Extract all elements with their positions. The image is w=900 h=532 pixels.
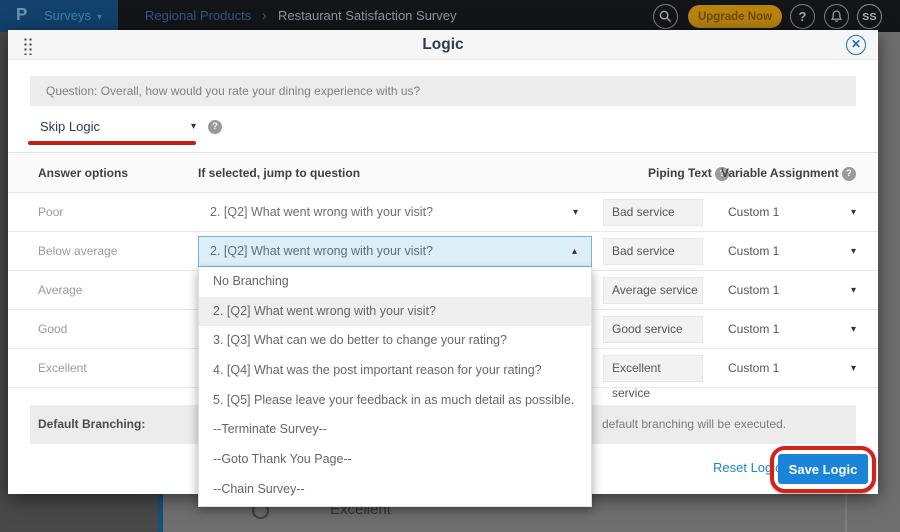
user-avatar[interactable]: SS [857,4,882,29]
help-button[interactable]: ? [790,4,815,29]
logic-type-help-icon[interactable]: ? [208,120,222,134]
answer-option-label: Poor [38,193,63,232]
piping-text-input[interactable]: Good service [603,316,703,343]
variable-assignment-dropdown[interactable]: Custom 1▾ [728,193,856,232]
column-header-variable-assignment: Variable Assignment ? [721,153,856,194]
column-header-jump-to-question: If selected, jump to question [198,153,360,194]
variable-assignment-dropdown[interactable]: Custom 1▾ [728,232,856,271]
modal-title: Logic [8,30,878,60]
piping-text-input[interactable]: Average service [603,277,703,304]
jump-question-options-panel: No Branching 2. [Q2] What went wrong wit… [198,267,592,507]
piping-text-input[interactable]: Excellent service [603,355,703,382]
breadcrumb-current-title: Restaurant Satisfaction Survey [278,0,456,32]
piping-text-input[interactable]: Bad service [603,238,703,265]
logic-type-value: Skip Logic [40,119,100,134]
variable-assignment-help-icon[interactable]: ? [842,167,856,181]
chevron-down-icon: ▾ [851,349,856,388]
question-mark-icon: ? [799,9,807,24]
save-logic-button[interactable]: Save Logic [778,454,868,484]
bell-icon [830,10,843,23]
red-annotation-underline [28,141,196,145]
logic-modal: Logic ✕ Question: Overall, how would you… [8,30,878,494]
search-icon [659,10,672,23]
dropdown-option-no-branching[interactable]: No Branching [199,267,591,297]
surveys-menu[interactable]: Surveys▾ [44,0,102,32]
modal-header: Logic ✕ [8,30,878,60]
brand-block[interactable]: P Surveys▾ [0,0,118,32]
dropdown-option-q4[interactable]: 4. [Q4] What was the post important reas… [199,356,591,386]
column-header-piping-text: Piping Text ? [648,153,729,194]
variable-assignment-dropdown[interactable]: Custom 1▾ [728,310,856,349]
jump-question-dropdown[interactable]: 2. [Q2] What went wrong with your visit?… [198,193,592,232]
variable-assignment-dropdown[interactable]: Custom 1▾ [728,271,856,310]
jump-question-dropdown-open[interactable]: 2. [Q2] What went wrong with your visit?… [198,236,592,267]
dropdown-option-q5[interactable]: 5. [Q5] Please leave your feedback in as… [199,386,591,416]
piping-text-input[interactable]: Bad service [603,199,703,226]
chevron-down-icon: ▾ [851,271,856,310]
upgrade-now-button[interactable]: Upgrade Now [688,5,782,28]
chevron-down-icon: ▾ [851,232,856,271]
dropdown-option-q3[interactable]: 3. [Q3] What can we do better to change … [199,326,591,356]
default-branching-note: default branching will be executed. [602,405,786,444]
answer-option-label: Average [38,271,82,310]
logic-table-header: Answer options If selected, jump to ques… [8,152,878,193]
table-row-poor: Poor 2. [Q2] What went wrong with your v… [8,193,878,232]
chevron-up-icon: ▴ [572,237,577,266]
column-header-answer-options: Answer options [38,153,128,194]
dropdown-option-goto-thank-you[interactable]: --Goto Thank You Page-- [199,445,591,475]
close-icon[interactable]: ✕ [846,35,866,55]
variable-assignment-dropdown[interactable]: Custom 1▾ [728,349,856,388]
dropdown-option-terminate-survey[interactable]: --Terminate Survey-- [199,415,591,445]
answer-option-label: Good [38,310,67,349]
dropdown-option-chain-survey[interactable]: --Chain Survey-- [199,475,591,505]
top-navigation-bar: P Surveys▾ Regional Products › Restauran… [0,0,900,32]
default-branching-label: Default Branching: [38,405,145,444]
logic-type-dropdown[interactable]: Skip Logic ▾ [40,114,196,140]
question-context-bar: Question: Overall, how would you rate yo… [30,76,856,106]
answer-option-label: Excellent [38,349,87,388]
breadcrumb-parent-link[interactable]: Regional Products [145,0,251,32]
chevron-down-icon: ▾ [191,114,196,140]
dropdown-option-q2[interactable]: 2. [Q2] What went wrong with your visit? [199,297,591,327]
answer-option-label: Below average [38,232,117,271]
proprofs-logo-icon: P [16,5,27,26]
notifications-button[interactable] [824,4,849,29]
chevron-down-icon: ▾ [573,193,578,232]
chevron-down-icon: ▾ [97,12,102,23]
search-button[interactable] [653,4,678,29]
chevron-down-icon: ▾ [851,193,856,232]
table-row-below-average: Below average 2. [Q2] What went wrong wi… [8,232,878,271]
breadcrumb-separator-icon: › [262,0,267,32]
chevron-down-icon: ▾ [851,310,856,349]
